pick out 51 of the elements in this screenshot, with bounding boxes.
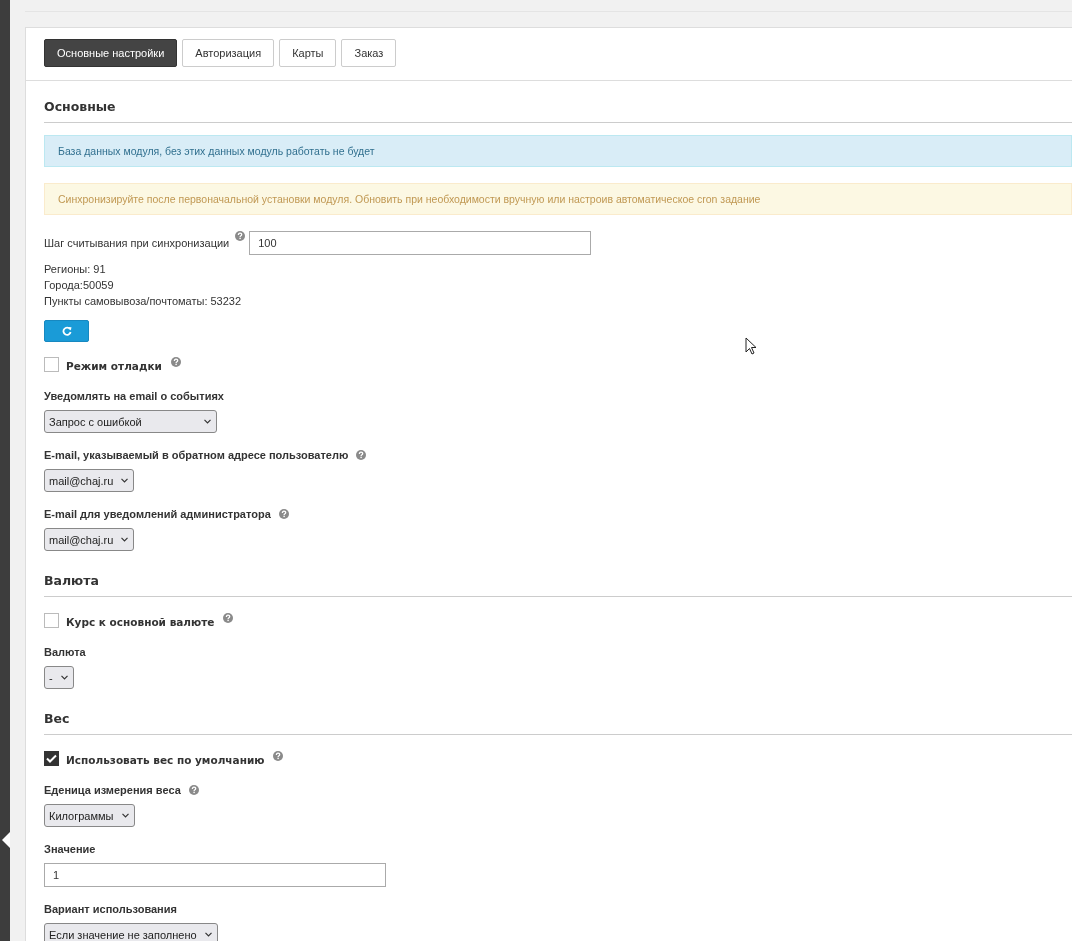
- tab[interactable]: Заказ: [341, 39, 397, 67]
- alert-message: Синхронизируйте после первоначальной установки модуля. Обновить при необходимости вручную или настроив автоматическое cron задание: [44, 183, 1072, 215]
- field-label: Еденица измерения веса: [44, 784, 181, 796]
- section-heading: Вес: [44, 711, 1072, 735]
- tab[interactable]: Основные настройки: [44, 39, 178, 67]
- tab[interactable]: Карты: [279, 39, 337, 67]
- checkbox-label: Курс к основной валюте: [66, 616, 215, 628]
- input-field[interactable]: 1: [44, 863, 386, 887]
- stat-text: Города:50059: [44, 278, 115, 293]
- section-heading: Валюта: [44, 573, 1072, 597]
- section-heading: Основные: [44, 99, 1072, 123]
- chevron-icon: [60, 675, 68, 680]
- dropdown[interactable]: Если значение не заполнено: [44, 923, 218, 941]
- checkbox-label: Использовать вес по умолчанию: [66, 754, 265, 766]
- checkbox[interactable]: [44, 613, 59, 628]
- help-icon[interactable]: [170, 357, 181, 367]
- chevron-icon: [121, 537, 129, 542]
- field-label: E-mail для уведомлений администратора: [44, 508, 271, 520]
- dropdown[interactable]: Запрос с ошибкой: [44, 410, 217, 433]
- checkbox-label: Режим отладки: [66, 360, 162, 372]
- field-label: Шаг считывания при синхронизации: [44, 237, 230, 249]
- help-icon[interactable]: [235, 231, 246, 241]
- help-icon[interactable]: [223, 613, 234, 623]
- refresh-button[interactable]: [44, 320, 89, 342]
- checkbox[interactable]: [44, 357, 59, 372]
- field-label: Вариант использования: [44, 903, 177, 915]
- dropdown[interactable]: mail@chaj.ru: [44, 528, 135, 551]
- field-label: Уведомлять на email о событиях: [44, 390, 224, 402]
- chevron-icon: [121, 478, 129, 483]
- dropdown[interactable]: -: [44, 666, 74, 689]
- field-label: E-mail, указываемый в обратном адресе пользователю: [44, 449, 349, 461]
- mouse-cursor-icon: [745, 337, 757, 356]
- checkbox[interactable]: [44, 751, 59, 766]
- refresh-icon: [61, 326, 72, 336]
- stat-text: Регионы: 91: [44, 262, 107, 277]
- chevron-icon: [204, 932, 212, 937]
- help-icon[interactable]: [278, 509, 289, 519]
- tab[interactable]: Авторизация: [182, 39, 275, 67]
- stat-text: Пункты самовывоза/почтоматы: 53232: [44, 294, 243, 309]
- field-label: Значение: [44, 843, 96, 855]
- chevron-icon: [204, 419, 211, 424]
- dropdown[interactable]: Килограммы: [44, 804, 135, 827]
- input-field[interactable]: 100: [249, 231, 592, 255]
- caret-icon[interactable]: [2, 832, 10, 848]
- dropdown[interactable]: mail@chaj.ru: [44, 469, 135, 492]
- help-icon[interactable]: [273, 751, 284, 761]
- field-label: Валюта: [44, 646, 86, 658]
- chevron-icon: [121, 813, 129, 818]
- help-icon[interactable]: [188, 785, 199, 795]
- alert-message: База данных модуля, без этих данных модуль работать не будет: [44, 135, 1072, 167]
- help-icon[interactable]: [356, 450, 367, 460]
